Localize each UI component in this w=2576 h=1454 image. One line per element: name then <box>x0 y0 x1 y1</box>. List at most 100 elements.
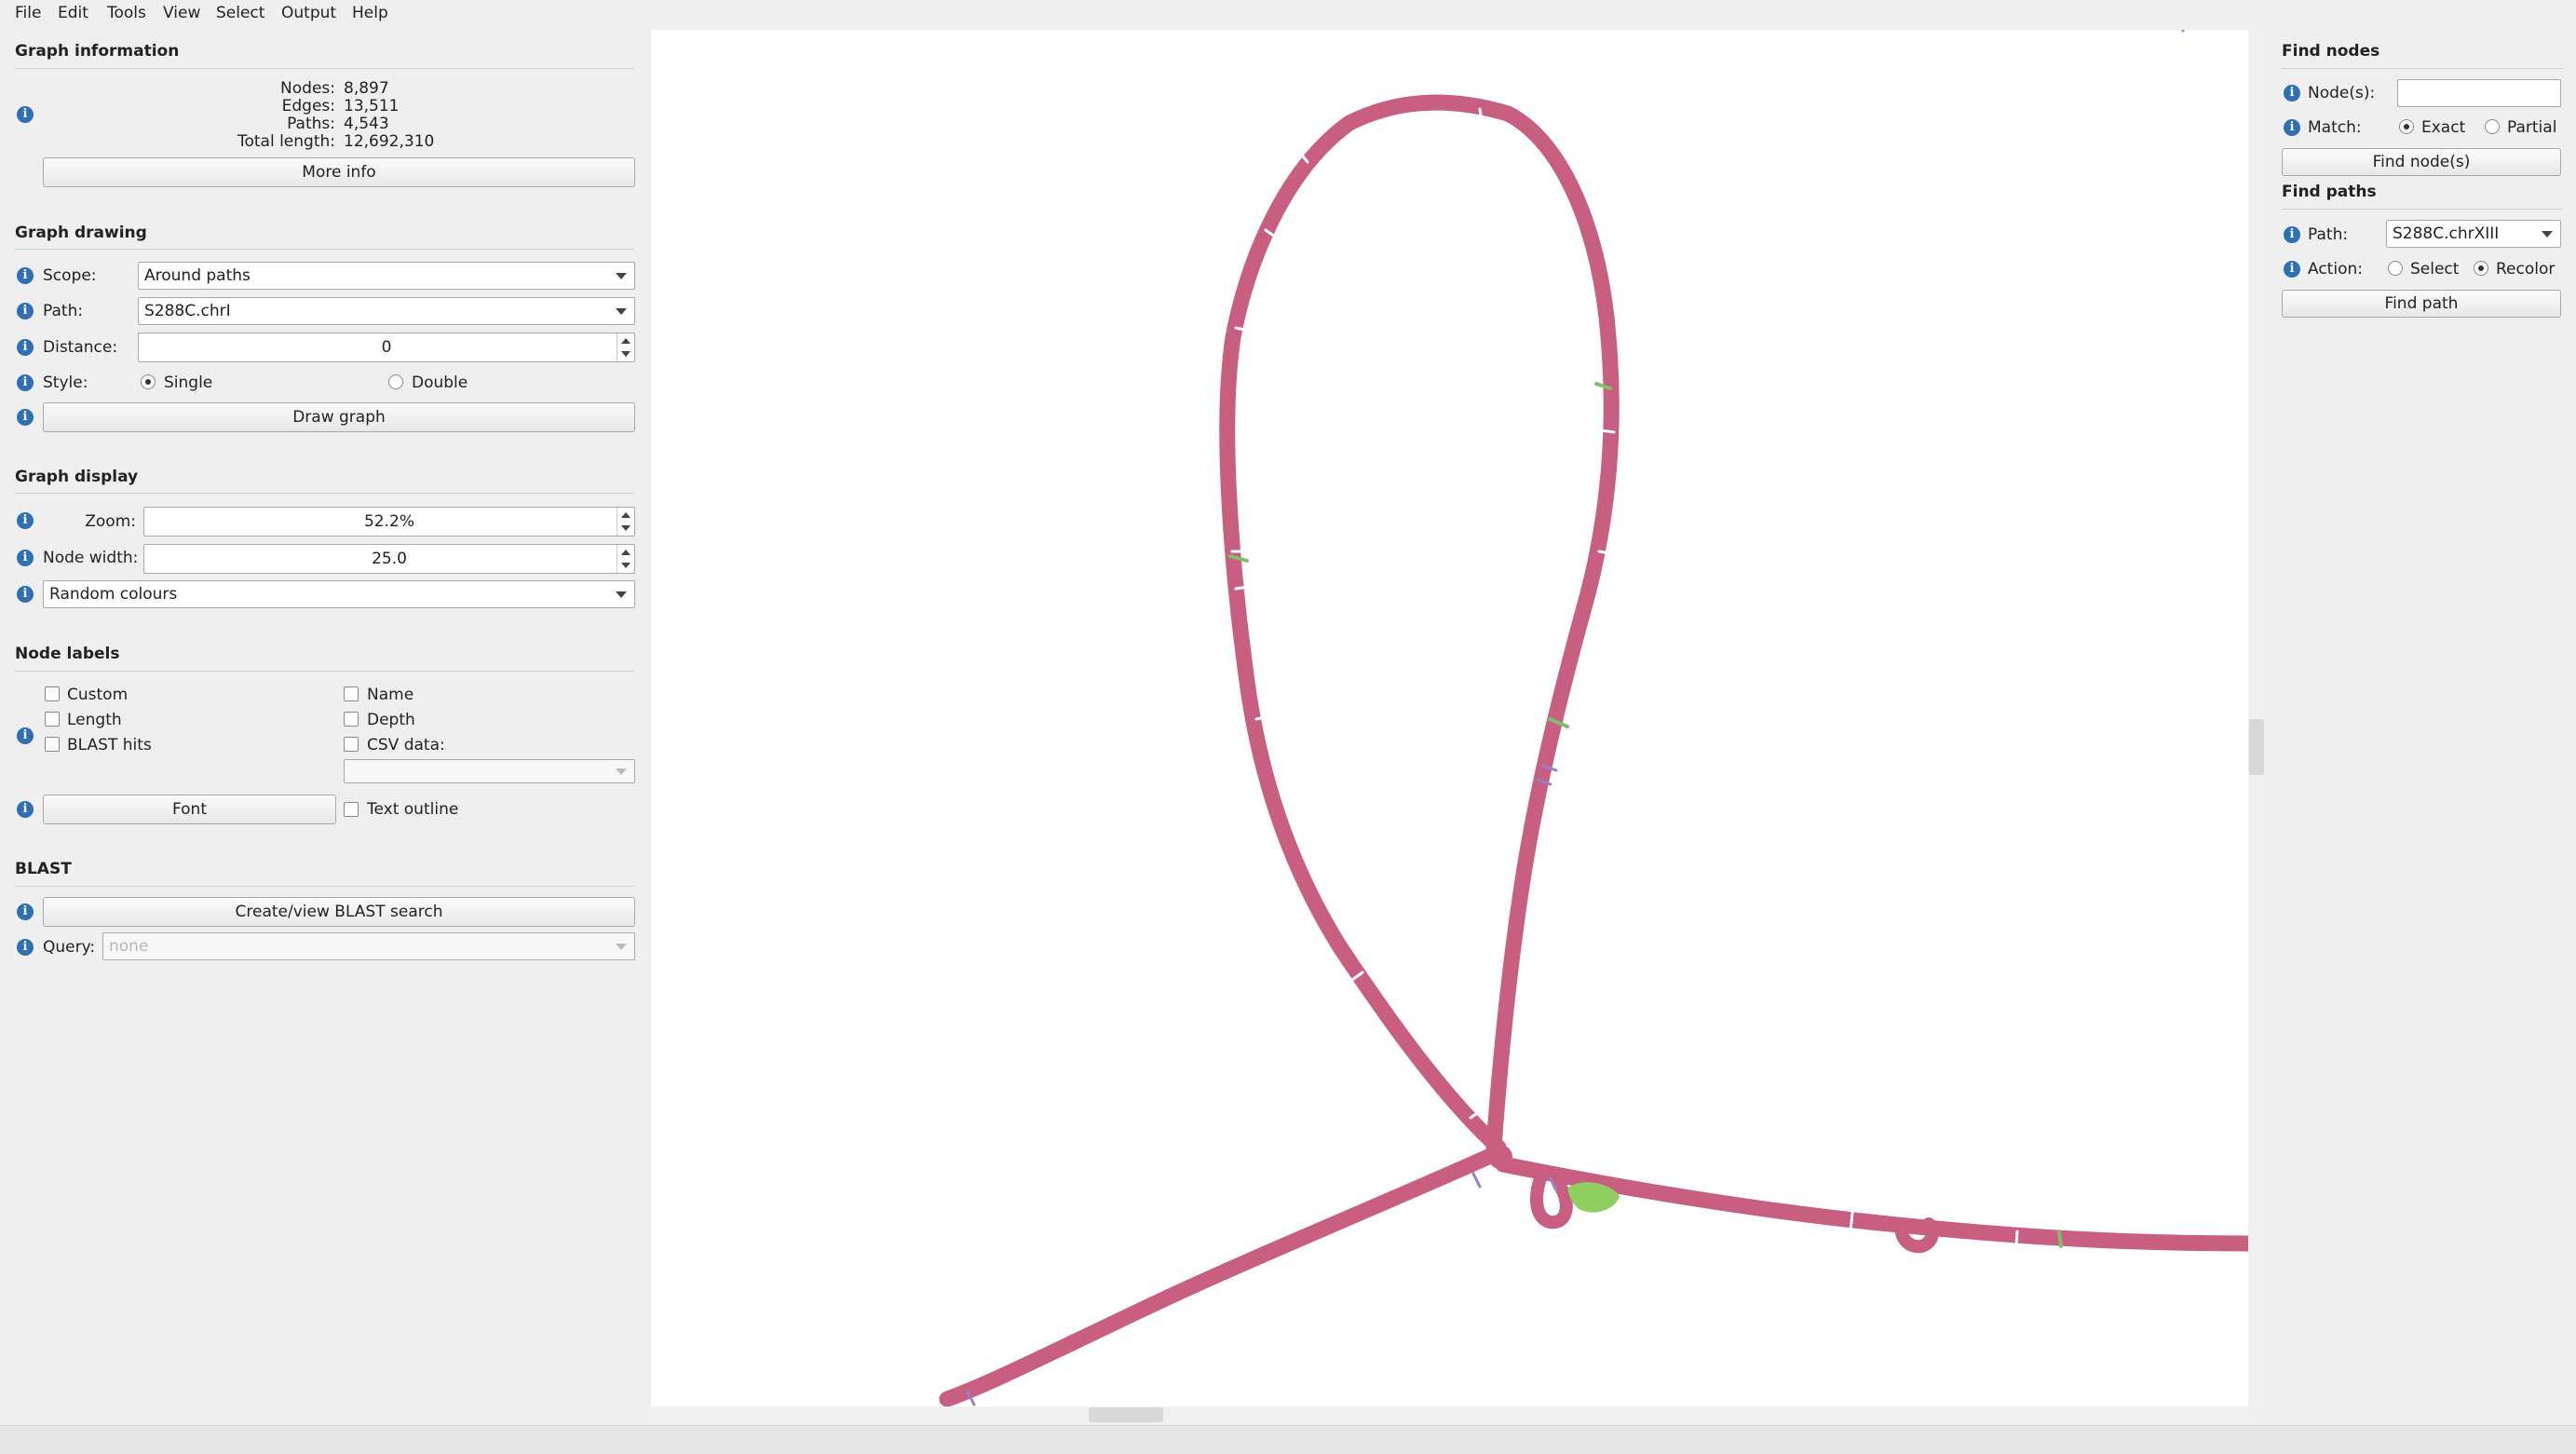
blast-info-icon[interactable]: i <box>17 904 34 920</box>
menu-tools[interactable]: Tools <box>107 4 146 22</box>
graph-information-title: Graph information <box>15 42 180 61</box>
name-label: Name <box>367 686 414 704</box>
nodes-input[interactable] <box>2397 79 2561 107</box>
status-bar <box>0 1425 2576 1454</box>
scope-dropdown[interactable]: Around paths <box>138 262 635 290</box>
spin-up-icon[interactable] <box>621 338 630 344</box>
length-label: Length <box>67 711 122 729</box>
more-info-button[interactable]: More info <box>43 157 635 187</box>
style-label: Style: <box>43 374 88 392</box>
spin-up-icon[interactable] <box>621 512 630 518</box>
query-value: none <box>109 937 149 956</box>
spin-down-icon[interactable] <box>621 563 630 568</box>
nodes-label: Nodes: <box>280 79 335 98</box>
colour-info-icon[interactable]: i <box>17 586 34 603</box>
menu-help[interactable]: Help <box>352 4 388 22</box>
menu-edit[interactable]: Edit <box>58 4 88 22</box>
spin-down-icon[interactable] <box>621 351 630 357</box>
graph-node-branch-right[interactable] <box>1495 1156 2248 1252</box>
match-info-icon[interactable]: i <box>2284 119 2300 136</box>
vertical-scroll-thumb[interactable] <box>2249 719 2264 775</box>
horizontal-scrollbar[interactable] <box>651 1406 2248 1423</box>
find-path-info-icon[interactable]: i <box>2284 226 2300 243</box>
query-info-icon[interactable]: i <box>17 939 34 956</box>
chevron-down-icon <box>2542 231 2553 238</box>
csv-data-dropdown <box>344 759 635 783</box>
graph-node-junction[interactable] <box>1488 1145 1512 1169</box>
spin-buttons[interactable] <box>617 508 634 536</box>
scope-info-icon[interactable]: i <box>17 267 34 284</box>
graph-node-loop[interactable] <box>1219 94 1620 1156</box>
colour-scheme-dropdown[interactable]: Random colours <box>43 580 635 608</box>
style-info-icon[interactable]: i <box>17 374 34 391</box>
action-label: Action: <box>2308 260 2363 279</box>
distance-value: 0 <box>381 338 392 357</box>
node-width-info-icon[interactable]: i <box>17 550 34 566</box>
csv-data-checkbox[interactable] <box>344 737 359 752</box>
blast-search-button[interactable]: Create/view BLAST search <box>43 897 635 927</box>
find-path-button[interactable]: Find path <box>2282 290 2561 318</box>
nodes-field-label: Node(s): <box>2308 84 2376 102</box>
distance-spinbox[interactable]: 0 <box>138 333 635 362</box>
divider <box>15 493 634 494</box>
zoom-spinbox[interactable]: 52.2% <box>143 507 635 537</box>
zoom-info-icon[interactable]: i <box>17 512 34 529</box>
font-info-icon[interactable]: i <box>17 801 34 818</box>
vertical-scrollbar[interactable] <box>2248 30 2265 1406</box>
path-value: S288C.chrI <box>144 302 231 320</box>
name-checkbox[interactable] <box>344 686 359 701</box>
spin-buttons[interactable] <box>617 545 634 573</box>
chevron-down-icon <box>616 273 627 279</box>
menu-select[interactable]: Select <box>216 4 264 22</box>
menu-file[interactable]: File <box>15 4 41 22</box>
draw-graph-button[interactable]: Draw graph <box>43 402 635 432</box>
horizontal-scroll-thumb[interactable] <box>1089 1407 1163 1422</box>
menu-bar: File Edit Tools View Select Output Help <box>0 0 2576 28</box>
depth-checkbox[interactable] <box>344 712 359 727</box>
info-icon[interactable]: i <box>17 106 34 123</box>
custom-checkbox[interactable] <box>45 686 60 701</box>
text-outline-checkbox[interactable] <box>344 802 359 817</box>
menu-output[interactable]: Output <box>281 4 336 22</box>
find-nodes-button[interactable]: Find node(s) <box>2282 148 2561 176</box>
spin-down-icon[interactable] <box>621 525 630 531</box>
graph-drawing[interactable] <box>651 30 2248 1406</box>
node-width-label: Node width: <box>43 549 139 567</box>
blast-title: BLAST <box>15 860 72 878</box>
find-paths-title: Find paths <box>2282 183 2377 201</box>
style-double-radio[interactable] <box>388 374 403 389</box>
draw-info-icon[interactable]: i <box>17 409 34 426</box>
action-select-radio[interactable] <box>2388 261 2403 276</box>
path-info-icon[interactable]: i <box>17 303 34 319</box>
nodes-value: 8,897 <box>344 79 389 98</box>
blast-hits-checkbox[interactable] <box>45 737 60 752</box>
total-length-label: Total length: <box>237 132 335 151</box>
csv-data-label: CSV data: <box>367 736 445 754</box>
match-label: Match: <box>2308 118 2362 137</box>
scope-value: Around paths <box>144 266 251 285</box>
action-select-label: Select <box>2410 260 2460 279</box>
chevron-down-icon <box>616 591 627 598</box>
length-checkbox[interactable] <box>45 712 60 727</box>
spin-up-icon[interactable] <box>621 550 630 555</box>
edges-label: Edges: <box>281 97 335 116</box>
menu-view[interactable]: View <box>163 4 200 22</box>
find-nodes-info-icon[interactable]: i <box>2284 85 2300 102</box>
graph-viewport[interactable] <box>651 30 2248 1406</box>
node-width-spinbox[interactable]: 25.0 <box>143 544 635 574</box>
match-partial-radio[interactable] <box>2485 119 2500 134</box>
text-outline-label: Text outline <box>367 800 459 819</box>
graph-node-branch-left[interactable] <box>939 1144 1507 1406</box>
find-path-label: Path: <box>2308 225 2349 244</box>
style-single-radio[interactable] <box>141 374 156 389</box>
zoom-value: 52.2% <box>363 512 414 531</box>
font-button[interactable]: Font <box>43 795 336 824</box>
action-info-icon[interactable]: i <box>2284 261 2300 278</box>
node-labels-info-icon[interactable]: i <box>17 727 34 744</box>
distance-info-icon[interactable]: i <box>17 339 34 356</box>
find-path-dropdown[interactable]: S288C.chrXIII <box>2386 220 2561 248</box>
spin-buttons[interactable] <box>617 333 634 361</box>
action-recolor-radio[interactable] <box>2474 261 2488 276</box>
match-exact-radio[interactable] <box>2399 119 2414 134</box>
path-dropdown[interactable]: S288C.chrI <box>138 297 635 325</box>
